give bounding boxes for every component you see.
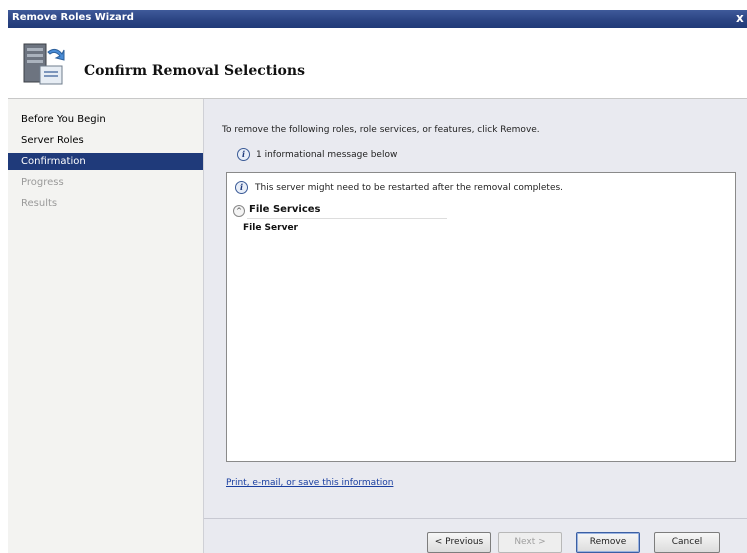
footer-divider bbox=[204, 518, 747, 519]
wizard-header: Confirm Removal Selections bbox=[8, 28, 747, 99]
instruction-text: To remove the following roles, role serv… bbox=[222, 125, 540, 135]
nav-item-before-you-begin[interactable]: Before You Begin bbox=[8, 111, 203, 128]
window-title: Remove Roles Wizard bbox=[12, 12, 134, 23]
nav-item-server-roles[interactable]: Server Roles bbox=[8, 132, 203, 149]
server-remove-icon bbox=[23, 43, 65, 85]
remove-roles-wizard-window: Remove Roles Wizard x Confirm Removal Se… bbox=[8, 10, 747, 553]
restart-message: This server might need to be restarted a… bbox=[255, 183, 564, 193]
nav-item-confirmation[interactable]: Confirmation bbox=[8, 153, 203, 170]
info-message: 1 informational message below bbox=[256, 150, 398, 160]
info-icon: i bbox=[235, 181, 248, 194]
next-button: Next > bbox=[498, 532, 562, 553]
collapse-icon[interactable]: ^ bbox=[233, 205, 245, 217]
nav-item-results: Results bbox=[21, 198, 58, 209]
page-title: Confirm Removal Selections bbox=[84, 63, 305, 79]
remove-button[interactable]: Remove bbox=[576, 532, 640, 553]
results-box[interactable]: i This server might need to be restarted… bbox=[226, 172, 736, 462]
close-icon[interactable]: x bbox=[736, 11, 744, 25]
title-bar[interactable]: Remove Roles Wizard x bbox=[8, 10, 747, 28]
section-title: File Services bbox=[249, 204, 321, 215]
wizard-nav: Before You Begin Server Roles Confirmati… bbox=[8, 99, 204, 553]
cancel-button[interactable]: Cancel bbox=[654, 532, 720, 553]
section-divider bbox=[247, 218, 447, 219]
wizard-content: To remove the following roles, role serv… bbox=[204, 99, 747, 553]
list-item: File Server bbox=[243, 223, 298, 233]
nav-item-progress: Progress bbox=[21, 177, 64, 188]
previous-button[interactable]: < Previous bbox=[427, 532, 491, 553]
info-icon: i bbox=[237, 148, 250, 161]
print-save-link[interactable]: Print, e-mail, or save this information bbox=[226, 478, 393, 488]
